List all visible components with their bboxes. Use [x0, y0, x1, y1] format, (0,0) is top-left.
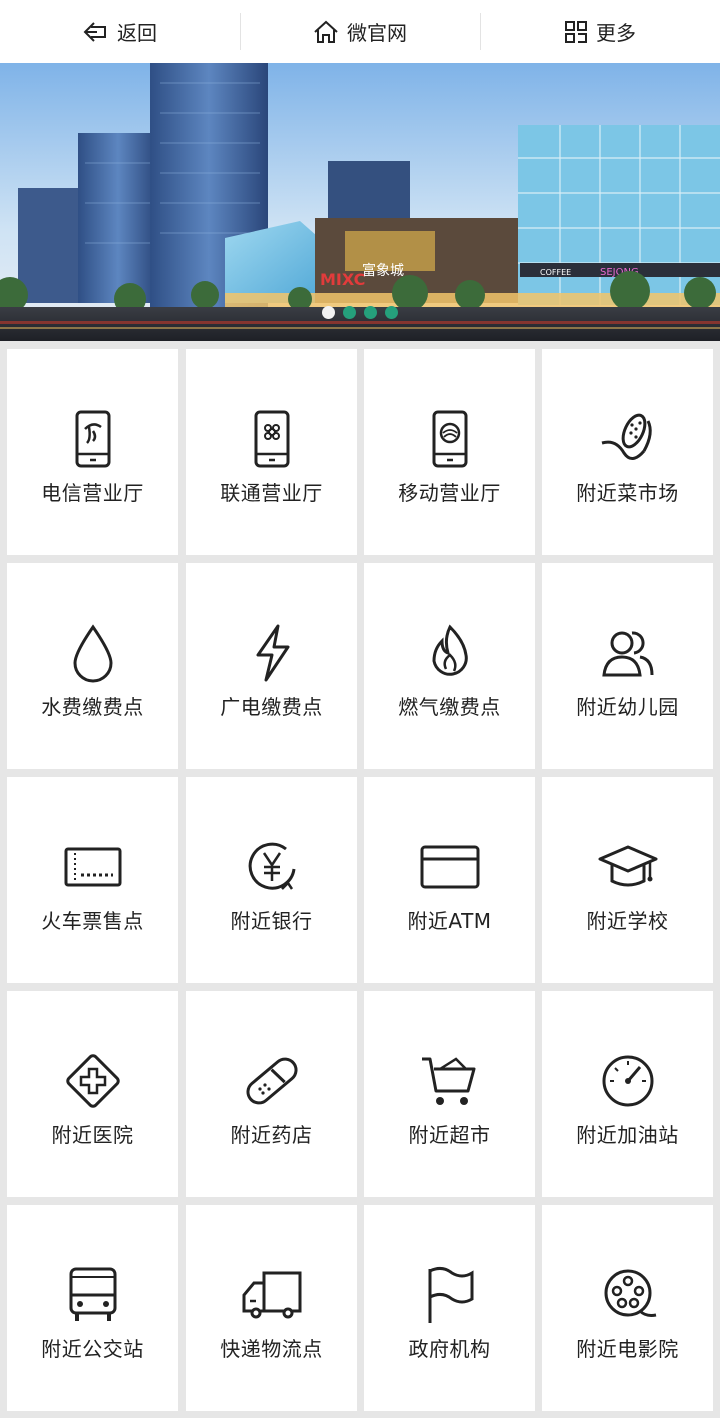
tile-cable-tv[interactable]: 广电缴费点 [186, 563, 357, 769]
tile-bus-stop[interactable]: 附近公交站 [7, 1205, 178, 1411]
more-button[interactable]: 更多 [480, 0, 720, 63]
water-drop-icon [63, 623, 123, 683]
yuan-coin-icon [242, 837, 302, 897]
people-icon [598, 623, 658, 683]
tile-label: 附近药店 [230, 1123, 313, 1147]
corn-icon [598, 409, 658, 469]
tile-school[interactable]: 附近学校 [542, 777, 713, 983]
gauge-icon [598, 1051, 658, 1111]
tile-label: 附近医院 [51, 1123, 134, 1147]
tile-label: 广电缴费点 [220, 695, 323, 719]
home-icon [314, 20, 338, 43]
carousel-dot-1[interactable] [322, 306, 335, 319]
carousel-dot-2[interactable] [343, 306, 356, 319]
medical-cross-icon [63, 1051, 123, 1111]
tile-telecom[interactable]: 电信营业厅 [7, 349, 178, 555]
tile-gas-station[interactable]: 附近加油站 [542, 991, 713, 1197]
tile-label: 附近ATM [407, 909, 492, 933]
back-arrow-icon [83, 21, 106, 42]
back-button[interactable]: 返回 [0, 0, 240, 63]
banner-image: MIXC 富象城 SEJONG COFFEE [0, 63, 720, 341]
tile-label: 快递物流点 [220, 1337, 323, 1361]
tile-market[interactable]: 附近菜市场 [542, 349, 713, 555]
phone-mobile-icon [420, 409, 480, 469]
tile-mobile[interactable]: 移动营业厅 [364, 349, 535, 555]
tile-label: 电信营业厅 [41, 481, 144, 505]
phone-telecom-icon [63, 409, 123, 469]
tile-unicom[interactable]: 联通营业厅 [186, 349, 357, 555]
home-label: 微官网 [347, 21, 407, 45]
coffee-sign: COFFEE [540, 268, 571, 277]
tile-label: 附近加油站 [576, 1123, 679, 1147]
tile-express[interactable]: 快递物流点 [186, 1205, 357, 1411]
tile-bank[interactable]: 附近银行 [186, 777, 357, 983]
tile-label: 附近学校 [586, 909, 669, 933]
tile-atm[interactable]: 附近ATM [364, 777, 535, 983]
tile-government[interactable]: 政府机构 [364, 1205, 535, 1411]
card-icon [420, 837, 480, 897]
tile-label: 政府机构 [408, 1337, 491, 1361]
grid-menu-icon [565, 20, 587, 43]
mall-name-sign: 富象城 [362, 262, 404, 279]
tile-kindergarten[interactable]: 附近幼儿园 [542, 563, 713, 769]
graduation-cap-icon [598, 837, 658, 897]
back-label: 返回 [117, 21, 157, 45]
top-nav-bar: 返回 微官网 更多 [0, 0, 720, 63]
flag-icon [420, 1265, 480, 1325]
tile-hospital[interactable]: 附近医院 [7, 991, 178, 1197]
bus-icon [63, 1265, 123, 1325]
shopping-cart-icon [420, 1051, 480, 1111]
tile-water[interactable]: 水费缴费点 [7, 563, 178, 769]
tile-label: 附近幼儿园 [576, 695, 679, 719]
more-label: 更多 [596, 21, 636, 45]
tile-label: 附近超市 [408, 1123, 491, 1147]
tile-label: 联通营业厅 [220, 481, 323, 505]
ticket-icon [63, 837, 123, 897]
carousel-indicators [0, 306, 720, 319]
tile-label: 火车票售点 [41, 909, 144, 933]
carousel-dot-4[interactable] [385, 306, 398, 319]
phone-unicom-icon [242, 409, 302, 469]
lightning-icon [242, 623, 302, 683]
tile-supermarket[interactable]: 附近超市 [364, 991, 535, 1197]
tile-label: 移动营业厅 [398, 481, 501, 505]
pill-icon [242, 1051, 302, 1111]
tile-gas[interactable]: 燃气缴费点 [364, 563, 535, 769]
tile-train-ticket[interactable]: 火车票售点 [7, 777, 178, 983]
service-grid: 电信营业厅 联通营业厅 移动营业厅 附近菜市场 水费缴费点 广电缴费点 燃气缴费… [0, 341, 720, 1418]
tile-label: 附近电影院 [576, 1337, 679, 1361]
tile-pharmacy[interactable]: 附近药店 [186, 991, 357, 1197]
film-reel-icon [598, 1265, 658, 1325]
carousel-dot-3[interactable] [364, 306, 377, 319]
flame-icon [420, 623, 480, 683]
banner-carousel[interactable]: MIXC 富象城 SEJONG COFFEE [0, 63, 720, 341]
mixc-sign: MIXC [320, 270, 365, 289]
home-button[interactable]: 微官网 [240, 0, 480, 63]
tile-cinema[interactable]: 附近电影院 [542, 1205, 713, 1411]
tile-label: 附近银行 [230, 909, 313, 933]
tile-label: 附近菜市场 [576, 481, 679, 505]
tile-label: 附近公交站 [41, 1337, 144, 1361]
truck-icon [242, 1265, 302, 1325]
tile-label: 水费缴费点 [41, 695, 144, 719]
tile-label: 燃气缴费点 [398, 695, 501, 719]
